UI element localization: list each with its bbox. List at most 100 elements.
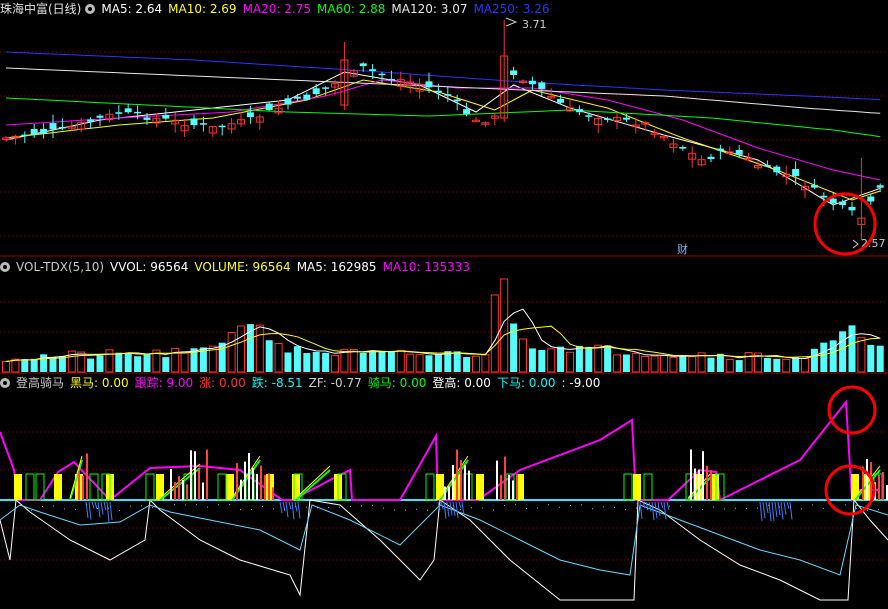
dot xyxy=(64,508,65,510)
dot xyxy=(141,505,142,507)
drop-tick xyxy=(446,501,450,517)
volume-bar-down xyxy=(284,352,292,372)
candle-body-down xyxy=(199,123,207,125)
candle-body-down xyxy=(538,82,546,89)
volume-panel[interactable] xyxy=(2,278,884,373)
zhang-label: 涨: 0.00 xyxy=(199,376,246,390)
dot xyxy=(581,504,582,506)
volume-bar-up xyxy=(349,348,358,373)
heima-label: 黑马: 0.00 xyxy=(70,376,129,390)
dot xyxy=(592,508,593,510)
volume-bar-up xyxy=(472,355,480,373)
drop-tick xyxy=(109,501,113,521)
volume-bar-up xyxy=(2,361,10,373)
dot xyxy=(295,506,296,508)
price-panel[interactable] xyxy=(2,20,884,240)
high-arrow-icon xyxy=(505,17,518,27)
ma10-label: MA10: 2.69 xyxy=(168,2,237,16)
dot xyxy=(31,509,32,511)
dot xyxy=(746,507,747,509)
drop-tick xyxy=(288,501,292,510)
finance-marker: 财 xyxy=(677,242,688,256)
dot xyxy=(735,507,736,509)
candle-body-down xyxy=(773,166,781,173)
drop-tick xyxy=(774,501,778,518)
vvol-label: VVOL: 96564 xyxy=(110,260,189,274)
dot xyxy=(669,505,670,507)
volume-panel-header: VOL-TDX(5,10) VVOL: 96564 VOLUME: 96564 MA5… xyxy=(0,258,476,276)
volume-bar-down xyxy=(265,340,273,372)
black-horse-bar xyxy=(633,474,641,500)
candle-body-down xyxy=(510,70,518,75)
volume-bar-down xyxy=(585,346,593,372)
rise-bar xyxy=(178,476,180,500)
rise-bar xyxy=(504,456,506,500)
volume-bar-down xyxy=(21,359,29,372)
vol-title: VOL-TDX(5,10) xyxy=(16,260,105,274)
dot xyxy=(438,505,439,507)
rise-bar xyxy=(174,482,176,500)
dot xyxy=(130,505,131,507)
volume-bar-down xyxy=(87,358,95,372)
volume-bar-down xyxy=(96,355,104,372)
drop-tick xyxy=(786,501,790,509)
rise-bar xyxy=(508,474,510,500)
volume-bar-down xyxy=(867,344,875,372)
black-horse-bar xyxy=(476,474,484,500)
candle-body-down xyxy=(848,206,856,211)
gear-icon[interactable] xyxy=(0,262,10,272)
dot xyxy=(185,504,186,506)
rise-bar xyxy=(82,475,84,500)
high-price-label: 3.71 xyxy=(522,18,547,31)
rise-bar xyxy=(444,486,446,500)
candle-body-down xyxy=(876,185,884,188)
volume-bar-down xyxy=(848,325,856,372)
volume-bar-up xyxy=(566,351,574,373)
rise-bar xyxy=(198,469,200,500)
dot xyxy=(471,507,472,509)
volume-bar-up xyxy=(255,324,264,373)
dot xyxy=(570,505,571,507)
volume-bar-up xyxy=(490,294,499,373)
dot xyxy=(856,507,857,509)
dot xyxy=(284,509,285,511)
volume-bar-down xyxy=(115,352,123,372)
drop-tick xyxy=(103,501,107,511)
ride-horse-box xyxy=(25,473,35,501)
dot xyxy=(339,506,340,508)
dot xyxy=(427,509,428,511)
candle-body-down xyxy=(265,103,273,111)
candle-body-down xyxy=(87,119,95,122)
volume-bar-down xyxy=(378,351,386,372)
volume-bar-up xyxy=(274,343,283,373)
drop-tick xyxy=(455,501,459,518)
dot xyxy=(163,509,164,511)
volume-bar-up xyxy=(801,358,809,373)
volume-bar-up xyxy=(396,350,405,373)
security-title: 珠海中富(日线) xyxy=(0,2,82,16)
drop-tick xyxy=(291,501,295,520)
rise-bar xyxy=(182,479,184,500)
candle-body-down xyxy=(21,134,29,137)
volume-bar-up xyxy=(237,325,245,373)
dot xyxy=(757,507,758,509)
candle-body-down xyxy=(820,195,828,198)
volume-bar-up xyxy=(744,352,753,373)
rise-bar xyxy=(272,487,274,500)
drop-tick xyxy=(279,501,283,514)
dot xyxy=(724,508,725,510)
ma250-label: MA250: 3.26 xyxy=(473,2,550,16)
xiama-label: 下马: 0.00 xyxy=(496,376,556,390)
rise-bar xyxy=(268,473,270,500)
drop-tick xyxy=(666,501,670,510)
dot xyxy=(328,507,329,509)
candle-body-down xyxy=(463,109,471,114)
drop-tick xyxy=(651,501,655,521)
volume-bar-down xyxy=(124,353,132,372)
gear-icon[interactable] xyxy=(85,4,96,14)
dot xyxy=(867,509,868,511)
gear-icon[interactable] xyxy=(0,378,10,388)
rise-bar xyxy=(460,460,462,500)
volume-bar-down xyxy=(792,357,800,372)
volume-bar-down xyxy=(293,346,301,372)
